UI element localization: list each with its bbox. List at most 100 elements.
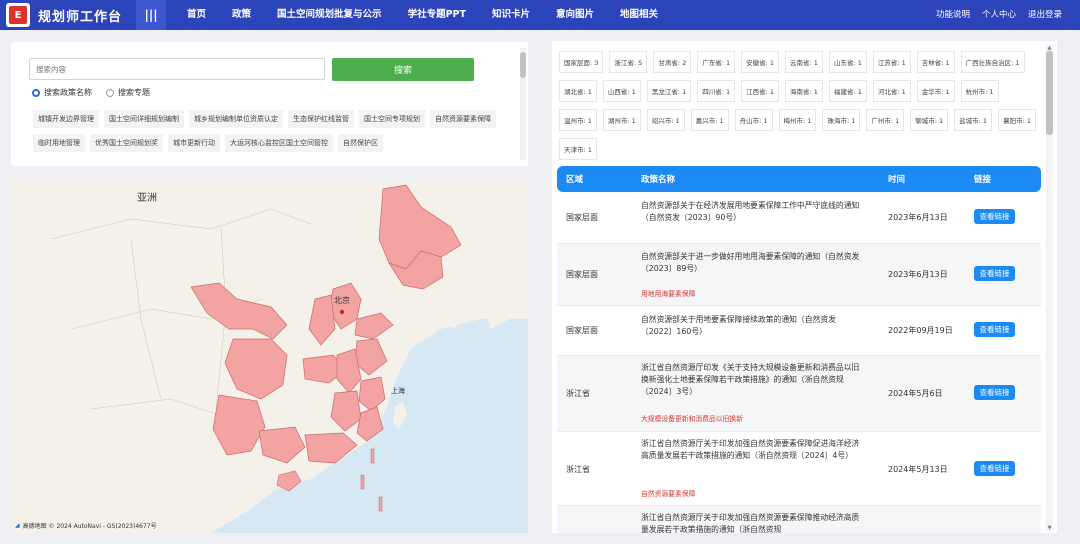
- help-link[interactable]: 功能说明: [936, 0, 970, 30]
- app-title: 规划师工作台: [38, 9, 123, 25]
- region-tag[interactable]: 甘肃省: 2: [653, 51, 692, 73]
- topic-tag[interactable]: 优秀国土空间规划奖: [90, 134, 163, 152]
- region-tag[interactable]: 浙江省: 5: [609, 51, 648, 73]
- region-tag[interactable]: 广东省: 1: [697, 51, 736, 73]
- search-mode-radios: 搜索政策名称 搜索专题: [32, 87, 150, 98]
- main-nav: 首页 政策 国土空间规划批复与公示 学社专题PPT 知识卡片 意向图片 地图相关: [174, 0, 671, 30]
- topic-tag[interactable]: 自然资源要素保障: [430, 110, 496, 128]
- asia-label: 亚洲: [137, 193, 157, 204]
- search-button[interactable]: 搜索: [332, 58, 474, 81]
- topic-tag[interactable]: 自然保护区: [338, 134, 383, 152]
- nav-item-maps[interactable]: 地图相关: [607, 0, 671, 30]
- topic-tag[interactable]: 大运河核心监控区国土空间管控: [225, 134, 333, 152]
- region-tag[interactable]: 襄阳市: 1: [998, 109, 1036, 131]
- region-tag[interactable]: 天津市: 1: [559, 138, 597, 160]
- region-tag[interactable]: 舟山市: 1: [734, 109, 773, 131]
- policy-table: 区域 政策名称 时间 链接 国家层面 自然资源部关于在经济发展用地要素保障工作中…: [557, 166, 1041, 533]
- beijing-label: 北京: [334, 296, 350, 305]
- region-tag[interactable]: 江苏省: 1: [872, 51, 911, 73]
- region-tag[interactable]: 吉林省: 1: [916, 51, 955, 73]
- table-row: 国家层面 自然资源部关于进一步做好用地用海要素保障的通知（自然资发〔2023〕8…: [557, 244, 1041, 306]
- region-tag[interactable]: 嘉兴市: 1: [690, 109, 729, 131]
- topic-tag[interactable]: 城镇开发边界管理: [33, 110, 99, 128]
- view-link-button[interactable]: 查看链接: [974, 385, 1015, 400]
- policy-panel-scrollbar[interactable]: ▲ ▼: [1046, 45, 1053, 531]
- topic-tag[interactable]: 国土空间详细规划编制: [104, 110, 184, 128]
- radio-topic[interactable]: 搜索专题: [106, 87, 150, 98]
- radio-selected-icon: [32, 88, 40, 97]
- nav-item-home[interactable]: 首页: [174, 0, 219, 30]
- region-tag[interactable]: 江西省: 1: [741, 80, 780, 102]
- radio-policy-name[interactable]: 搜索政策名称: [32, 87, 92, 98]
- row-title: 浙江省自然资源厅印发《关于支持大规模设备更新和消费品以旧换新强化土地要素保障若干…: [641, 363, 860, 396]
- row-topic-tag[interactable]: 大规模设备更新和消费品以旧换新: [641, 413, 743, 423]
- scroll-down-icon[interactable]: ▼: [1046, 525, 1053, 531]
- region-tag[interactable]: 福建省: 1: [828, 80, 867, 102]
- user-center-link[interactable]: 个人中心: [982, 0, 1016, 30]
- nav-item-knowledge-cards[interactable]: 知识卡片: [479, 0, 543, 30]
- view-link-button[interactable]: 查看链接: [974, 209, 1015, 224]
- map-attribution: ◢ 高德地图 © 2024 AutoNavi - GS(2023)4677号: [15, 521, 157, 530]
- region-tag[interactable]: 云南省: 1: [785, 51, 823, 73]
- view-link-button[interactable]: 查看链接: [974, 266, 1015, 281]
- region-tag[interactable]: 盐城市: 1: [954, 109, 993, 131]
- nav-item-images[interactable]: 意向图片: [543, 0, 607, 30]
- scrollbar-thumb[interactable]: [520, 52, 526, 78]
- region-tag[interactable]: 海南省: 1: [785, 80, 823, 102]
- topic-tag[interactable]: 生态保护红线监管: [288, 110, 354, 128]
- row-title: 浙江省自然资源厅关于印发加强自然资源要素保障促进海洋经济高质量发展若干政策措施的…: [641, 439, 860, 460]
- app-logo[interactable]: E: [6, 3, 30, 27]
- region-tag[interactable]: 金华市: 1: [916, 80, 955, 102]
- topic-tag[interactable]: 国土空间专项规划: [359, 110, 425, 128]
- view-link-button[interactable]: 查看链接: [974, 322, 1015, 337]
- view-link-button[interactable]: 查看链接: [974, 461, 1015, 476]
- scrollbar-thumb[interactable]: [1046, 51, 1053, 135]
- topic-tag[interactable]: 城乡规划编制单位资质认定: [189, 110, 283, 128]
- nav-item-ppt[interactable]: 学社专题PPT: [395, 0, 479, 30]
- header-link: 链接: [974, 175, 992, 185]
- row-title: 自然资源部关于用地要素保障接续政策的通知（自然资发〔2022〕160号）: [641, 315, 836, 336]
- nav-item-policy[interactable]: 政策: [219, 0, 264, 30]
- region-filter-tags: 国家层面: 3 浙江省: 5 甘肃省: 2 广东省: 1 安徽省: 1 云南省:…: [559, 51, 1037, 160]
- map-logo-icon: ◢: [15, 522, 20, 529]
- region-tag[interactable]: 安徽省: 1: [741, 51, 780, 73]
- nav-item-planning-approval[interactable]: 国土空间规划批复与公示: [264, 0, 395, 30]
- region-tag[interactable]: 聊城市: 1: [910, 109, 949, 131]
- row-title: 自然资源部关于在经济发展用地要素保障工作中严守底线的通知（自然资发〔2023〕9…: [641, 201, 860, 222]
- search-input[interactable]: [29, 58, 325, 80]
- region-tag[interactable]: 温州市: 1: [559, 109, 597, 131]
- row-topic-tag[interactable]: 自然资源要素保障: [641, 488, 695, 498]
- row-region: 浙江省: [566, 465, 590, 474]
- region-tag[interactable]: 河北省: 1: [872, 80, 911, 102]
- region-tag[interactable]: 国家层面: 3: [559, 51, 604, 73]
- region-tag[interactable]: 山东省: 1: [828, 51, 867, 73]
- region-tag[interactable]: 四川省: 1: [697, 80, 736, 102]
- search-panel-scrollbar[interactable]: [520, 48, 526, 160]
- region-tag[interactable]: 黑龙江省: 1: [646, 80, 692, 102]
- shanghai-label: 上海: [391, 387, 405, 395]
- region-tag[interactable]: 山西省: 1: [602, 80, 641, 102]
- region-tag[interactable]: 珠海市: 1: [822, 109, 861, 131]
- china-map[interactable]: 亚洲 北京 上海 ◢ 高德地图 © 2024 AutoNavi - GS(202…: [11, 179, 528, 533]
- region-tag[interactable]: 杭州市: 1: [960, 80, 999, 102]
- region-tag[interactable]: 广西壮族自治区: 1: [960, 51, 1025, 73]
- table-row: 国家层面 自然资源部关于用地要素保障接续政策的通知（自然资发〔2022〕160号…: [557, 306, 1041, 356]
- radio-label: 搜索专题: [118, 88, 150, 97]
- topic-tag[interactable]: 城市更新行动: [168, 134, 220, 152]
- region-tag[interactable]: 绍兴市: 1: [646, 109, 685, 131]
- topic-tag[interactable]: 临时用地管理: [33, 134, 85, 152]
- beijing-marker: [339, 309, 345, 315]
- region-tag[interactable]: 湖州市: 1: [602, 109, 641, 131]
- region-tag[interactable]: 梅州市: 1: [778, 109, 817, 131]
- logout-link[interactable]: 退出登录: [1028, 0, 1062, 30]
- table-header: 区域 政策名称 时间 链接: [557, 166, 1041, 192]
- region-tag[interactable]: 广州市: 1: [866, 109, 905, 131]
- row-date: 2022年09月19日: [888, 326, 953, 335]
- menu-icon[interactable]: |||: [136, 0, 167, 30]
- row-title: 自然资源部关于进一步做好用地用海要素保障的通知（自然资发〔2023〕89号）: [641, 252, 860, 273]
- logo-icon: E: [9, 6, 27, 24]
- row-date: 2023年6月13日: [888, 270, 948, 279]
- region-tag[interactable]: 湖北省: 1: [559, 80, 597, 102]
- table-row: 浙江省 浙江省自然资源厅印发《关于支持大规模设备更新和消费品以旧换新强化土地要素…: [557, 356, 1041, 432]
- row-topic-tag[interactable]: 用地用海要素保障: [641, 288, 695, 298]
